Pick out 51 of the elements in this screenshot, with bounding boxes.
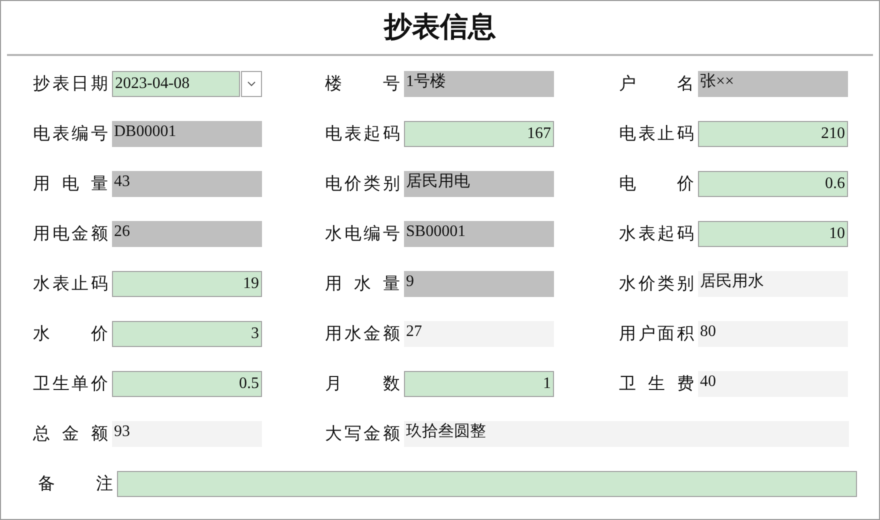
readonly-field: 43 [112,171,262,197]
field-label: 楼 号 [325,73,400,96]
readonly-field: DB00001 [112,121,262,147]
field-label: 户 名 [619,73,694,96]
field-label: 电表止码 [619,123,694,146]
field-label: 卫生单价 [33,373,108,396]
field-label: 抄表日期 [33,73,108,96]
readonly-field: 40 [698,371,848,397]
dropdown-button[interactable] [241,71,262,97]
field-label: 备 注 [38,473,113,496]
field-label: 用水金额 [325,323,400,346]
readonly-field: 27 [404,321,554,347]
field-label: 用 水 量 [325,273,400,296]
input-field[interactable]: 210 [698,121,848,147]
input-field[interactable]: 167 [404,121,554,147]
input-field[interactable]: 1 [404,371,554,397]
readonly-field: 1号楼 [404,71,554,97]
field-label: 月 数 [325,373,400,396]
input-field[interactable]: 0.5 [112,371,262,397]
field-label: 用电金额 [33,223,108,246]
readonly-field: 居民用水 [698,271,848,297]
field-label: 总 金 额 [33,423,108,446]
field-label: 水电编号 [325,223,400,246]
remark-field[interactable] [117,471,857,497]
field-label: 水表起码 [619,223,694,246]
readonly-field: 居民用电 [404,171,554,197]
field-label: 水价类别 [619,273,694,296]
readonly-field: 9 [404,271,554,297]
date-field[interactable]: 2023-04-08 [112,71,240,97]
input-field[interactable]: 10 [698,221,848,247]
field-label: 电表编号 [33,123,108,146]
readonly-field: 玖拾叁圆整 [404,421,849,447]
field-label: 卫 生 费 [619,373,694,396]
form-title: 抄表信息 [384,10,496,44]
chevron-down-icon [247,81,256,87]
field-label: 电表起码 [325,123,400,146]
field-label: 用 电 量 [33,173,108,196]
input-field[interactable]: 3 [112,321,262,347]
field-label: 水 价 [33,323,108,346]
input-field[interactable]: 19 [112,271,262,297]
input-field[interactable]: 0.6 [698,171,848,197]
field-label: 大写金额 [325,423,400,446]
readonly-field: 93 [112,421,262,447]
field-label: 电 价 [619,173,694,196]
field-label: 电价类别 [325,173,400,196]
readonly-field: 张×× [698,71,848,97]
field-label: 水表止码 [33,273,108,296]
readonly-field: 26 [112,221,262,247]
readonly-field: 80 [698,321,848,347]
field-label: 用户面积 [619,323,694,346]
readonly-field: SB00001 [404,221,554,247]
